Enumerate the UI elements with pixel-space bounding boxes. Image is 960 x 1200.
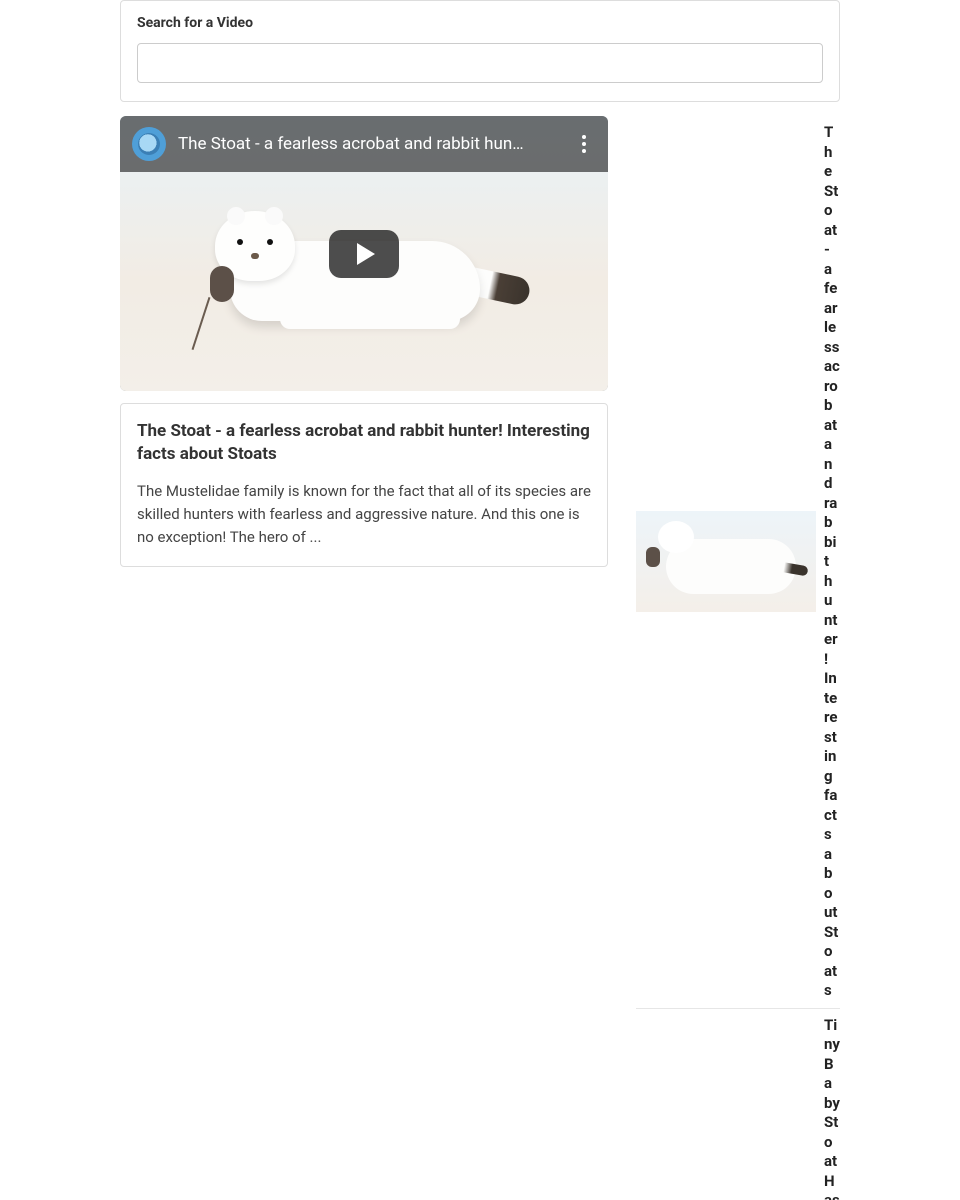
channel-avatar-icon[interactable] (132, 127, 166, 161)
search-input[interactable] (137, 43, 823, 83)
sidebar-thumbnail-icon (636, 511, 816, 612)
sidebar-item-title: Tiny Baby Stoat Has The Best Reaction Wh… (824, 1016, 840, 1200)
main-column: The Stoat - a fearless acrobat and rabbi… (120, 116, 608, 1200)
video-detail-card: The Stoat - a fearless acrobat and rabbi… (120, 403, 608, 567)
video-description: The Mustelidae family is known for the f… (137, 480, 591, 550)
search-label: Search for a Video (137, 15, 823, 31)
player-title[interactable]: The Stoat - a fearless acrobat and rabbi… (178, 134, 560, 154)
play-button-icon[interactable] (329, 230, 399, 278)
sidebar-item-title: The Stoat - a fearless acrobat and rabbi… (824, 123, 840, 1001)
video-player[interactable]: The Stoat - a fearless acrobat and rabbi… (120, 116, 608, 391)
content-row: The Stoat - a fearless acrobat and rabbi… (120, 116, 840, 1200)
kebab-menu-icon[interactable] (572, 132, 596, 156)
player-top-bar: The Stoat - a fearless acrobat and rabbi… (120, 116, 608, 172)
sidebar-column: The Stoat - a fearless acrobat and rabbi… (636, 116, 840, 1200)
sidebar-item[interactable]: The Stoat - a fearless acrobat and rabbi… (636, 116, 840, 1009)
search-card: Search for a Video (120, 0, 840, 102)
sidebar-item[interactable]: the dodo Tiny Baby Stoat Has The Best Re… (636, 1009, 840, 1200)
video-title: The Stoat - a fearless acrobat and rabbi… (137, 420, 591, 466)
